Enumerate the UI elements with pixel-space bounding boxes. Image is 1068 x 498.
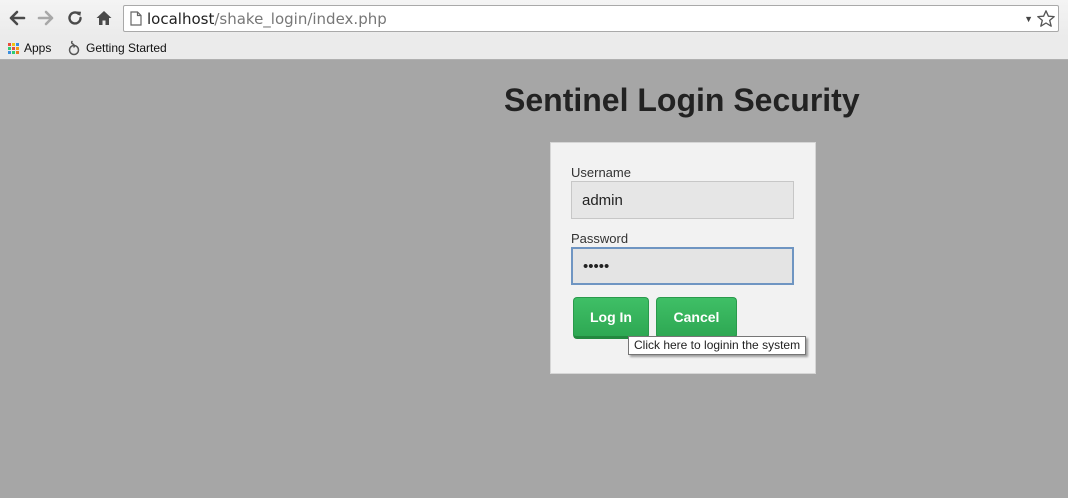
bookmark-apps-label: Apps — [24, 41, 52, 55]
bookmark-star-icon[interactable] — [1036, 9, 1056, 29]
forward-arrow-icon — [37, 10, 54, 26]
back-button[interactable] — [4, 5, 30, 31]
cancel-button[interactable]: Cancel — [656, 297, 737, 339]
username-input[interactable] — [571, 181, 794, 219]
bookmark-getting-started-label: Getting Started — [86, 41, 167, 55]
bookmarks-bar: Apps Getting Started — [0, 36, 1068, 60]
forward-button[interactable] — [33, 5, 59, 31]
omnibox-actions: ▼ — [1024, 8, 1056, 30]
url-text: localhost/shake_login/index.php — [147, 10, 387, 28]
password-input[interactable] — [571, 247, 794, 285]
password-label: Password — [571, 231, 629, 246]
reload-button[interactable] — [62, 5, 88, 31]
home-button[interactable] — [91, 5, 117, 31]
browser-toolbar: localhost/shake_login/index.php ▼ — [0, 0, 1068, 36]
reload-icon — [68, 11, 82, 25]
url-host: localhost — [147, 9, 215, 28]
bookmark-apps[interactable]: Apps — [8, 39, 51, 57]
back-arrow-icon — [9, 10, 26, 26]
login-button[interactable]: Log In — [573, 297, 649, 339]
page-title: Sentinel Login Security — [504, 82, 860, 118]
address-bar[interactable]: localhost/shake_login/index.php ▼ — [123, 5, 1059, 32]
bookmark-getting-started[interactable]: Getting Started — [67, 39, 167, 57]
username-label: Username — [571, 165, 631, 180]
url-path: /shake_login/index.php — [214, 9, 387, 28]
getting-started-icon — [67, 40, 81, 56]
login-tooltip: Click here to loginin the system — [628, 336, 807, 355]
apps-grid-icon — [8, 42, 19, 54]
home-icon — [96, 11, 112, 25]
dropdown-arrow-icon[interactable]: ▼ — [1024, 14, 1033, 24]
page-icon — [130, 11, 142, 26]
